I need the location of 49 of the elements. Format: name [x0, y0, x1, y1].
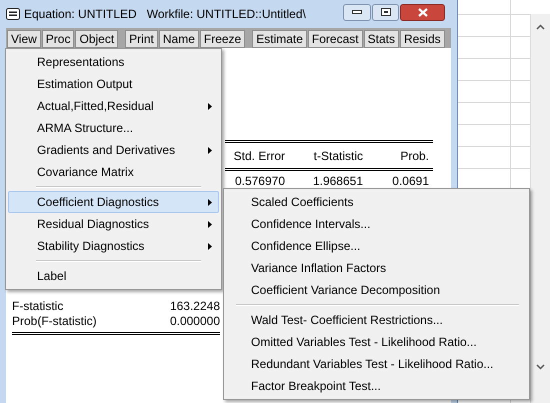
- workfile-title: Workfile: UNTITLED::Untitled\: [146, 6, 306, 23]
- toolbar-button[interactable]: Estimate: [252, 30, 307, 48]
- window-menu-icon[interactable]: [6, 8, 20, 20]
- table-cell-text: 0.0691: [391, 173, 430, 190]
- menu-item[interactable]: Variance Inflation Factors: [226, 257, 527, 279]
- menu-item[interactable]: Confidence Intervals...: [226, 213, 527, 235]
- close-button[interactable]: [400, 4, 445, 20]
- menu-item[interactable]: Stability Diagnostics: [8, 235, 219, 257]
- minimize-button[interactable]: [343, 4, 371, 20]
- toolbar-button[interactable]: Name: [158, 30, 199, 48]
- menu-item[interactable]: Redundant Variables Test - Likelihood Ratio...: [226, 353, 527, 375]
- column-header: Std. Error: [232, 148, 286, 164]
- window-title: Equation: UNTITLED: [24, 6, 137, 23]
- menu-item[interactable]: Omitted Variables Test - Likelihood Ratio...: [226, 331, 527, 353]
- stat-value: 0.000000: [170, 312, 220, 330]
- menu-item[interactable]: Estimation Output: [8, 73, 219, 95]
- menu-item[interactable]: Gradients and Derivatives: [8, 139, 219, 161]
- minimize-icon: [352, 10, 362, 14]
- menu-item[interactable]: Actual,Fitted,Residual: [8, 95, 219, 117]
- maximize-button[interactable]: [372, 4, 399, 20]
- toolbar-button[interactable]: Resids: [400, 30, 445, 48]
- toolbar-button[interactable]: Freeze: [200, 30, 246, 48]
- close-icon: [418, 8, 428, 16]
- stat-label: F-statistic: [12, 298, 64, 314]
- toolbar-button[interactable]: Proc: [42, 30, 74, 48]
- menu-item[interactable]: Covariance Matrix: [8, 161, 219, 183]
- menu-item[interactable]: Coefficient Variance Decomposition: [226, 279, 527, 301]
- menu-item[interactable]: Scaled Coefficients: [226, 191, 527, 213]
- menu-item[interactable]: Confidence Ellipse...: [226, 235, 527, 257]
- column-header: Prob.: [399, 148, 430, 164]
- menu-item[interactable]: Label: [8, 265, 219, 287]
- column-header: t-Statistic: [312, 148, 364, 164]
- maximize-icon: [380, 8, 390, 16]
- stat-value: 163.2248: [170, 298, 220, 314]
- menu-item[interactable]: Coefficient Diagnostics: [8, 191, 219, 213]
- menu-item[interactable]: Wald Test- Coefficient Restrictions...: [226, 309, 527, 331]
- menu-item[interactable]: Representations: [8, 51, 219, 73]
- toolbar-button[interactable]: View: [7, 30, 41, 48]
- toolbar-button[interactable]: Print: [125, 30, 158, 48]
- table-cell-text: 1.968651: [312, 173, 364, 190]
- toolbar-button[interactable]: Stats: [364, 30, 399, 48]
- menu-item[interactable]: Residual Diagnostics: [8, 213, 219, 235]
- menu-item[interactable]: Factor Breakpoint Test...: [226, 375, 527, 397]
- scrollbar[interactable]: [530, 14, 550, 403]
- table-cell-text: 0.576970: [234, 173, 286, 190]
- toolbar-button[interactable]: Object: [75, 30, 118, 48]
- menu-item[interactable]: ARMA Structure...: [8, 117, 219, 139]
- stat-label: Prob(F-statistic): [12, 312, 97, 330]
- toolbar-button[interactable]: Forecast: [308, 30, 363, 48]
